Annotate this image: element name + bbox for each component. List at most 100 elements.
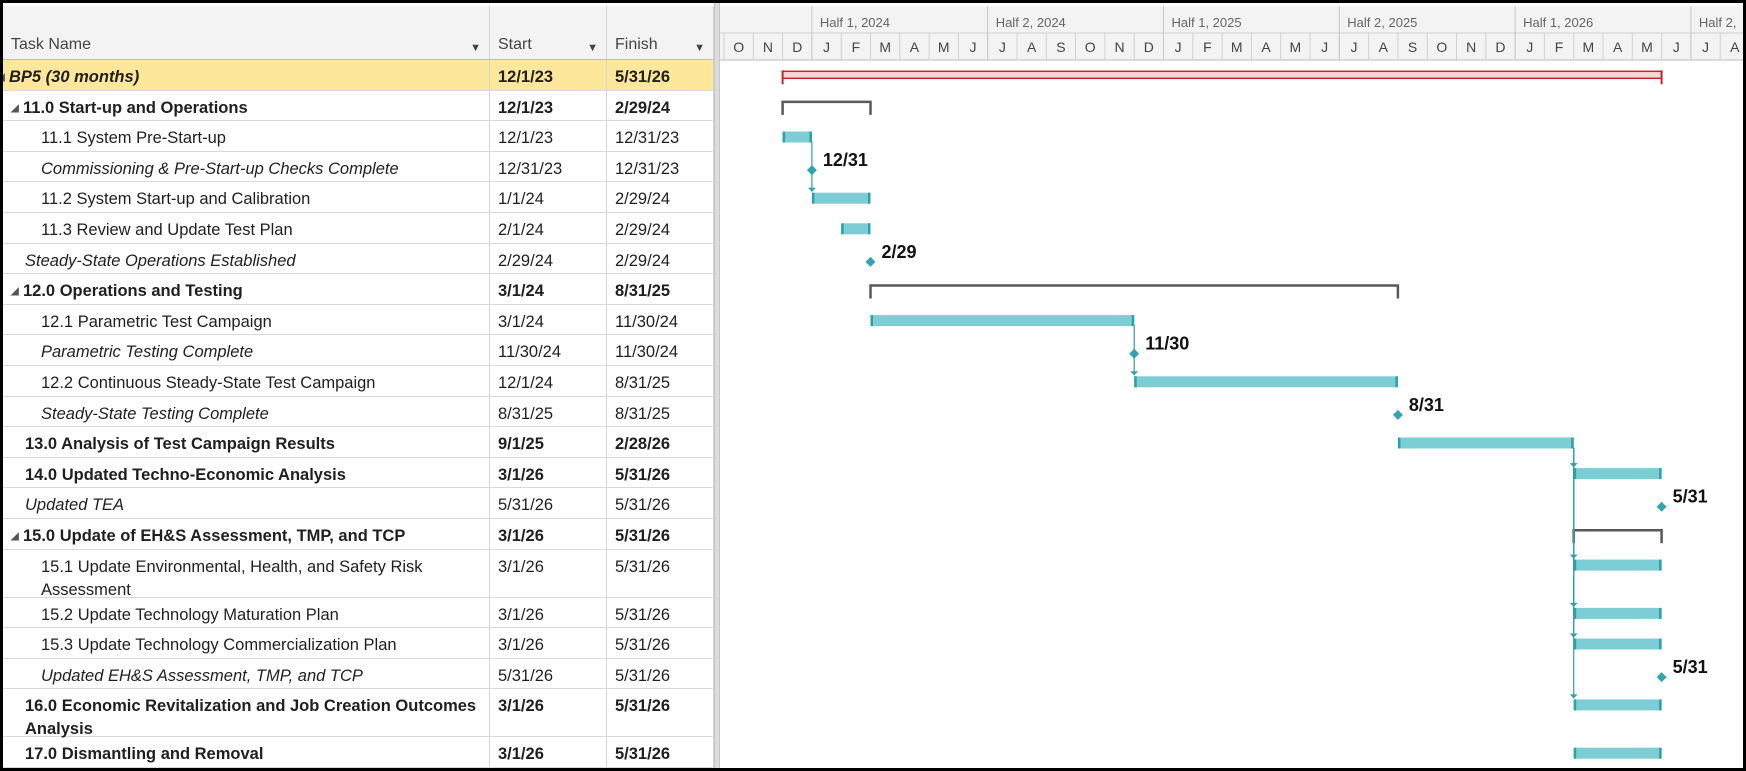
cell-start[interactable]: 3/1/26: [490, 597, 607, 628]
cell-finish[interactable]: 5/31/26: [607, 737, 714, 767]
table-row[interactable]: 14.0 Updated Techno-Economic Analysis 3/1…: [3, 457, 714, 489]
milestone-diamond[interactable]: [1656, 501, 1667, 512]
table-row[interactable]: 11.3 Review and Update Test Plan 2/1/24 2/…: [3, 213, 714, 244]
cell-finish[interactable]: 12/31/23: [607, 151, 714, 182]
task-bar[interactable]: [1573, 638, 1662, 650]
milestone-diamond[interactable]: [1656, 672, 1667, 683]
cell-finish[interactable]: 8/31/25: [607, 274, 714, 304]
cell-start[interactable]: 3/1/26: [490, 737, 607, 767]
table-row[interactable]: 17.0 Dismantling and Removal 3/1/26 5/31/2…: [3, 737, 714, 768]
cell-finish[interactable]: 5/31/26: [607, 457, 714, 488]
table-row[interactable]: 16.0 Economic Revitalization and Job Cre…: [3, 689, 714, 738]
cell-start[interactable]: 12/1/23: [490, 90, 607, 121]
cell-finish[interactable]: 2/29/24: [607, 243, 714, 274]
table-row[interactable]: 12.2 Continuous Steady-State Test Campai…: [3, 366, 714, 397]
filter-dropdown-icon[interactable]: ▼: [587, 42, 598, 54]
cell-task-name[interactable]: ◢ 11.0 Start-up and Operations: [3, 90, 490, 121]
table-row[interactable]: 15.3 Update Technology Commercialization…: [3, 628, 714, 659]
cell-start[interactable]: 3/1/26: [490, 519, 607, 549]
cell-finish[interactable]: 5/31/26: [607, 519, 714, 549]
task-bar[interactable]: [1573, 699, 1662, 711]
table-row[interactable]: 13.0 Analysis of Test Campaign Results 9/…: [3, 427, 714, 458]
task-bar[interactable]: [1573, 559, 1662, 571]
cell-task-name[interactable]: Steady-State Testing Complete: [3, 396, 490, 427]
table-row[interactable]: 15.1 Update Environmental, Health, and S…: [3, 549, 714, 599]
column-header-finish[interactable]: Finish ▼: [607, 6, 714, 60]
cell-finish[interactable]: 5/31/26: [607, 628, 714, 658]
table-row[interactable]: ◢ 12.0 Operations and Testing 3/1/24 8/31/2…: [3, 274, 714, 305]
cell-finish[interactable]: 12/31/23: [607, 121, 714, 151]
cell-start[interactable]: 2/1/24: [490, 213, 607, 243]
table-row[interactable]: Steady-State Testing Complete 8/31/25 8/31…: [3, 396, 714, 428]
table-row[interactable]: Commissioning & Pre-Start-up Checks Comp…: [3, 151, 714, 183]
collapse-triangle-icon[interactable]: ◢: [11, 280, 23, 303]
cell-start[interactable]: 3/1/24: [490, 274, 607, 304]
cell-start[interactable]: 12/31/23: [490, 151, 607, 182]
cell-start[interactable]: 12/1/23: [490, 121, 607, 151]
project-summary-bar[interactable]: [781, 70, 1663, 80]
cell-task-name[interactable]: 15.3 Update Technology Commercialization…: [3, 628, 490, 658]
task-bar[interactable]: [782, 131, 812, 143]
cell-start[interactable]: 5/31/26: [490, 658, 607, 689]
cell-start[interactable]: 5/31/26: [490, 488, 607, 518]
cell-task-name[interactable]: ◢ 15.0 Update of EH&S Assessment, TMP, an…: [3, 519, 490, 549]
cell-task-name[interactable]: Updated EH&S Assessment, TMP, and TCP: [3, 658, 490, 689]
cell-finish[interactable]: 8/31/25: [607, 366, 714, 396]
table-row[interactable]: 11.1 System Pre-Start-up 12/1/23 12/31/23: [3, 121, 714, 152]
cell-task-name[interactable]: 11.3 Review and Update Test Plan: [3, 213, 490, 243]
milestone-diamond[interactable]: [1392, 409, 1403, 420]
cell-finish[interactable]: 5/31/26: [607, 60, 714, 90]
task-bar[interactable]: [1573, 607, 1662, 619]
cell-finish[interactable]: 5/31/26: [607, 488, 714, 518]
cell-task-name[interactable]: Commissioning & Pre-Start-up Checks Comp…: [3, 151, 490, 182]
cell-start[interactable]: 11/30/24: [490, 335, 607, 365]
filter-dropdown-icon[interactable]: ▼: [694, 42, 705, 54]
milestone-diamond[interactable]: [865, 256, 876, 267]
table-row[interactable]: Steady-State Operations Established 2/29/…: [3, 243, 714, 275]
cell-task-name[interactable]: ◢ 12.0 Operations and Testing: [3, 274, 490, 304]
cell-finish[interactable]: 5/31/26: [607, 549, 714, 597]
cell-task-name[interactable]: 15.2 Update Technology Maturation Plan: [3, 597, 490, 628]
cell-finish[interactable]: 2/29/24: [607, 182, 714, 212]
cell-task-name[interactable]: Steady-State Operations Established: [3, 243, 490, 274]
column-header-task-name[interactable]: Task Name ▼: [3, 6, 490, 60]
table-row[interactable]: ◢ 11.0 Start-up and Operations 12/1/23 2/29…: [3, 90, 714, 122]
cell-finish[interactable]: 5/31/26: [607, 597, 714, 628]
task-bar[interactable]: [841, 223, 871, 235]
cell-start[interactable]: 3/1/26: [490, 628, 607, 658]
table-row[interactable]: Updated EH&S Assessment, TMP, and TCP 5/3…: [3, 658, 714, 690]
cell-start[interactable]: 3/1/26: [490, 689, 607, 737]
cell-task-name[interactable]: 13.0 Analysis of Test Campaign Results: [3, 427, 490, 457]
cell-finish[interactable]: 5/31/26: [607, 658, 714, 689]
task-bar[interactable]: [811, 192, 871, 204]
cell-start[interactable]: 12/1/24: [490, 366, 607, 396]
cell-task-name[interactable]: 11.1 System Pre-Start-up: [3, 121, 490, 151]
table-row[interactable]: 15.2 Update Technology Maturation Plan 3/…: [3, 597, 714, 629]
table-row[interactable]: Parametric Testing Complete 11/30/24 11/30…: [3, 335, 714, 366]
column-header-start[interactable]: Start ▼: [490, 6, 607, 60]
cell-task-name[interactable]: 17.0 Dismantling and Removal: [3, 737, 490, 767]
cell-task-name[interactable]: 12.2 Continuous Steady-State Test Campai…: [3, 366, 490, 396]
cell-start[interactable]: 8/31/25: [490, 396, 607, 427]
cell-start[interactable]: 2/29/24: [490, 243, 607, 274]
cell-task-name[interactable]: 14.0 Updated Techno-Economic Analysis: [3, 457, 490, 488]
task-bar[interactable]: [870, 315, 1135, 327]
task-bar[interactable]: [1397, 437, 1574, 449]
cell-finish[interactable]: 2/28/26: [607, 427, 714, 457]
cell-finish[interactable]: 2/29/24: [607, 213, 714, 243]
cell-task-name[interactable]: 15.1 Update Environmental, Health, and S…: [3, 549, 490, 599]
task-bar[interactable]: [1573, 747, 1662, 759]
cell-finish[interactable]: 11/30/24: [607, 304, 714, 335]
cell-start[interactable]: 12/1/23: [490, 60, 607, 90]
filter-dropdown-icon[interactable]: ▼: [470, 42, 481, 54]
task-bar[interactable]: [1573, 468, 1662, 480]
summary-bracket[interactable]: [869, 284, 1400, 299]
cell-finish[interactable]: 5/31/26: [607, 689, 714, 737]
collapse-triangle-icon[interactable]: ◢: [11, 97, 23, 120]
cell-finish[interactable]: 2/29/24: [607, 90, 714, 121]
cell-start[interactable]: 3/1/26: [490, 457, 607, 488]
table-row[interactable]: 12.1 Parametric Test Campaign 3/1/24 11/30…: [3, 304, 714, 336]
cell-start[interactable]: 3/1/26: [490, 549, 607, 597]
cell-task-name[interactable]: ◢BP5 (30 months): [3, 60, 490, 90]
cell-task-name[interactable]: Parametric Testing Complete: [3, 335, 490, 365]
